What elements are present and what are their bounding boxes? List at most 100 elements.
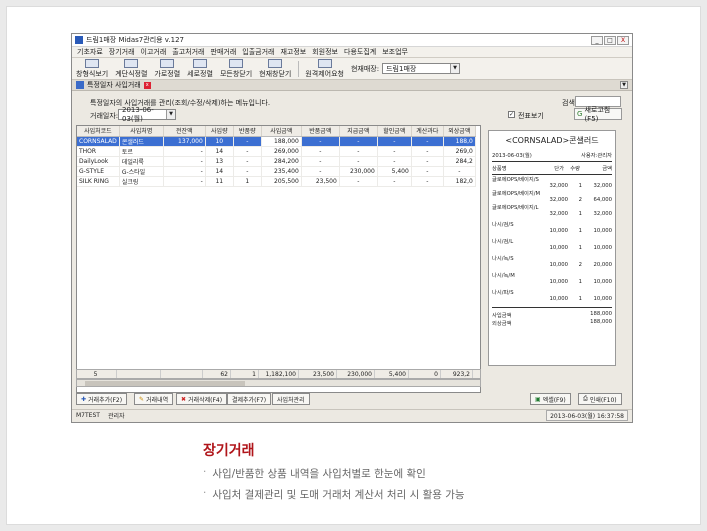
column-header[interactable]: 외상금액 [443, 126, 476, 137]
slip-item-amount: 10,000 [593, 228, 612, 234]
table-row[interactable]: CORNSALAD 콘샐러드 137,000 10 - 188,000 - - … [77, 136, 476, 147]
table-row[interactable]: DailyLook 데일리룩 - 13 - 284,200 - - - - 28… [77, 156, 476, 167]
grid-cell: 실크링 [119, 176, 164, 187]
slip-user: 사용자:관리자 [580, 153, 612, 159]
vendor-management-button[interactable]: 사입처관리 [272, 393, 310, 405]
menu-item[interactable]: 다용도집계 [344, 47, 376, 57]
column-header[interactable]: 전잔액 [163, 126, 206, 137]
maximize-button[interactable]: □ [604, 35, 616, 45]
remote-icon [317, 58, 332, 68]
close-tab-icon[interactable]: x [143, 81, 151, 89]
slip-item-amount: 32,000 [593, 183, 612, 189]
slip-item: 나시/녹/M 10,000 1 10,000 [492, 271, 612, 285]
delete-transaction-button[interactable]: ✖ 거래삭제(F4) [176, 393, 228, 405]
excel-button[interactable]: ▣ 엑셀(F9) [530, 393, 571, 405]
tab-purchase-by-date[interactable]: 특정일자 사입거래 [87, 80, 141, 90]
status-bar: M7TEST 관리자 2013-06-03(월) 16:37:58 [72, 409, 632, 421]
refresh-button[interactable]: G 새로고침(F5) [574, 106, 622, 123]
grid-cell: 토르 [119, 146, 164, 157]
menu-item[interactable]: 출고처거래 [172, 47, 204, 57]
menu-item[interactable]: 회원정보 [312, 47, 338, 57]
menu-item[interactable]: 장기거래 [109, 47, 135, 57]
column-header[interactable]: 반품량 [233, 126, 262, 137]
grid-cell: - [411, 136, 444, 147]
app-icon [75, 36, 83, 44]
grid-cell: 10 [205, 136, 234, 147]
menu-item[interactable]: 기초자료 [77, 47, 103, 57]
menu-item[interactable]: 보조업무 [382, 47, 408, 57]
tab-dropdown-icon[interactable]: ▼ [620, 81, 628, 89]
add-payment-button[interactable]: 결제추가(F7) [227, 393, 272, 405]
slip-checkbox[interactable]: ✓ [508, 111, 515, 118]
grid-cell: - [301, 156, 340, 167]
document-icon [76, 81, 84, 89]
column-header[interactable]: 사입량 [205, 126, 234, 137]
grid-cell: - [301, 166, 340, 177]
tile-horizontal-button[interactable]: 가로정렬 [154, 58, 181, 79]
grid-cell: 14 [205, 166, 234, 177]
window-title: 드림1매장 Midas7관리용 v.127 [86, 36, 184, 44]
tile-vertical-button[interactable]: 세로정렬 [187, 58, 213, 79]
print-button[interactable]: ⎙ 인쇄(F10) [578, 393, 622, 405]
button-label: 거래추가(F2) [88, 396, 123, 404]
store-value: 드림1매장 [386, 64, 417, 73]
table-row[interactable]: SILK RING 실크링 - 11 1 205,500 23,500 - - … [77, 176, 476, 187]
slip-item-price: 32,000 [549, 183, 568, 189]
menu-item[interactable]: 입출금거래 [242, 47, 274, 57]
column-header[interactable]: 할인금액 [377, 126, 412, 137]
slip-item-name: 글로에OPS/베이지/S [492, 177, 539, 183]
store-select[interactable]: 드림1매장 ▼ [382, 63, 461, 74]
close-all-button[interactable]: 모든창닫기 [220, 58, 252, 79]
grid-cell: - [443, 166, 476, 177]
toolbar-divider [298, 60, 300, 77]
add-transaction-button[interactable]: ✚ 거래추가(F2) [76, 393, 128, 405]
window-view-button[interactable]: 창형식보기 [76, 58, 108, 79]
slip-credit: 188,000 [590, 319, 612, 325]
close-button[interactable]: X [617, 35, 629, 45]
column-header[interactable]: 사입처코드 [77, 126, 120, 137]
menu-item[interactable]: 이고거래 [141, 47, 167, 57]
status-time: 2013-06-03(월) 16:37:58 [546, 410, 628, 421]
scroll-thumb[interactable] [85, 381, 245, 386]
column-header[interactable]: 사입처명 [119, 126, 164, 137]
slip-item-amount: 10,000 [593, 296, 612, 302]
minimize-button[interactable]: _ [591, 35, 603, 45]
menu-bar: 기초자료 장기거래 이고거래 출고처거래 판매거래 입출금거래 재고정보 회원정… [72, 47, 632, 58]
slip-item: 나시/검/L 10,000 1 10,000 [492, 237, 612, 251]
store-label: 현재매장: [350, 64, 380, 73]
footer-cell [117, 370, 161, 378]
column-header[interactable]: 사입금액 [261, 126, 302, 137]
slip-item-price: 10,000 [549, 245, 568, 251]
transaction-detail-button[interactable]: ✎ 거래내역 [134, 393, 174, 405]
horizontal-scrollbar[interactable] [76, 379, 481, 387]
column-header[interactable]: 반품금액 [301, 126, 340, 137]
caption-bullet-text: 사입처 결제관리 및 도매 거래처 계산서 처리 시 활용 가능 [212, 489, 465, 501]
grid-footer: 5 62 1 1,182,100 23,500 230,000 5,400 0 … [76, 369, 481, 379]
grid-cell: 11 [205, 176, 234, 187]
slip-item-qty: 1 [578, 296, 582, 302]
slip-title: <CORNSALAD>콘샐러드 [505, 136, 599, 145]
date-picker[interactable]: 2013-06-03(월) ▼ [118, 106, 176, 123]
grid-cell: DailyLook [77, 156, 120, 167]
table-row[interactable]: THOR 토르 - 14 - 269,000 - - - - 269,0 [77, 146, 476, 157]
footer-cell: 1,182,100 [259, 370, 299, 378]
menu-item[interactable]: 재고정보 [280, 47, 306, 57]
slip-item-qty: 2 [578, 197, 582, 203]
close-current-button[interactable]: 현재창닫기 [259, 58, 291, 79]
grid-cell: 5,400 [377, 166, 412, 177]
menu-item[interactable]: 판매거래 [211, 47, 237, 57]
grid-cell: 137,000 [163, 136, 206, 147]
toolbar-label: 가로정렬 [154, 69, 181, 78]
slip-header-price: 단가 [554, 166, 564, 172]
refresh-label: 새로고침(F5) [584, 106, 611, 123]
grid-cell: - [233, 156, 262, 167]
slip-item-name: 나시/검/L [492, 239, 514, 245]
column-header[interactable]: 계산과다 [411, 126, 444, 137]
table-row[interactable]: G-STYLE G-스타일 - 14 - 235,400 - 230,000 5… [77, 166, 476, 177]
remote-control-button[interactable]: 원격제어요청 [305, 58, 344, 79]
grid-cell: 269,000 [261, 146, 302, 157]
column-header[interactable]: 지급금액 [339, 126, 378, 137]
toolbar-label: 계단식정렬 [115, 69, 148, 78]
cascade-button[interactable]: 계단식정렬 [115, 58, 148, 79]
slip-item-qty: 1 [578, 211, 582, 217]
